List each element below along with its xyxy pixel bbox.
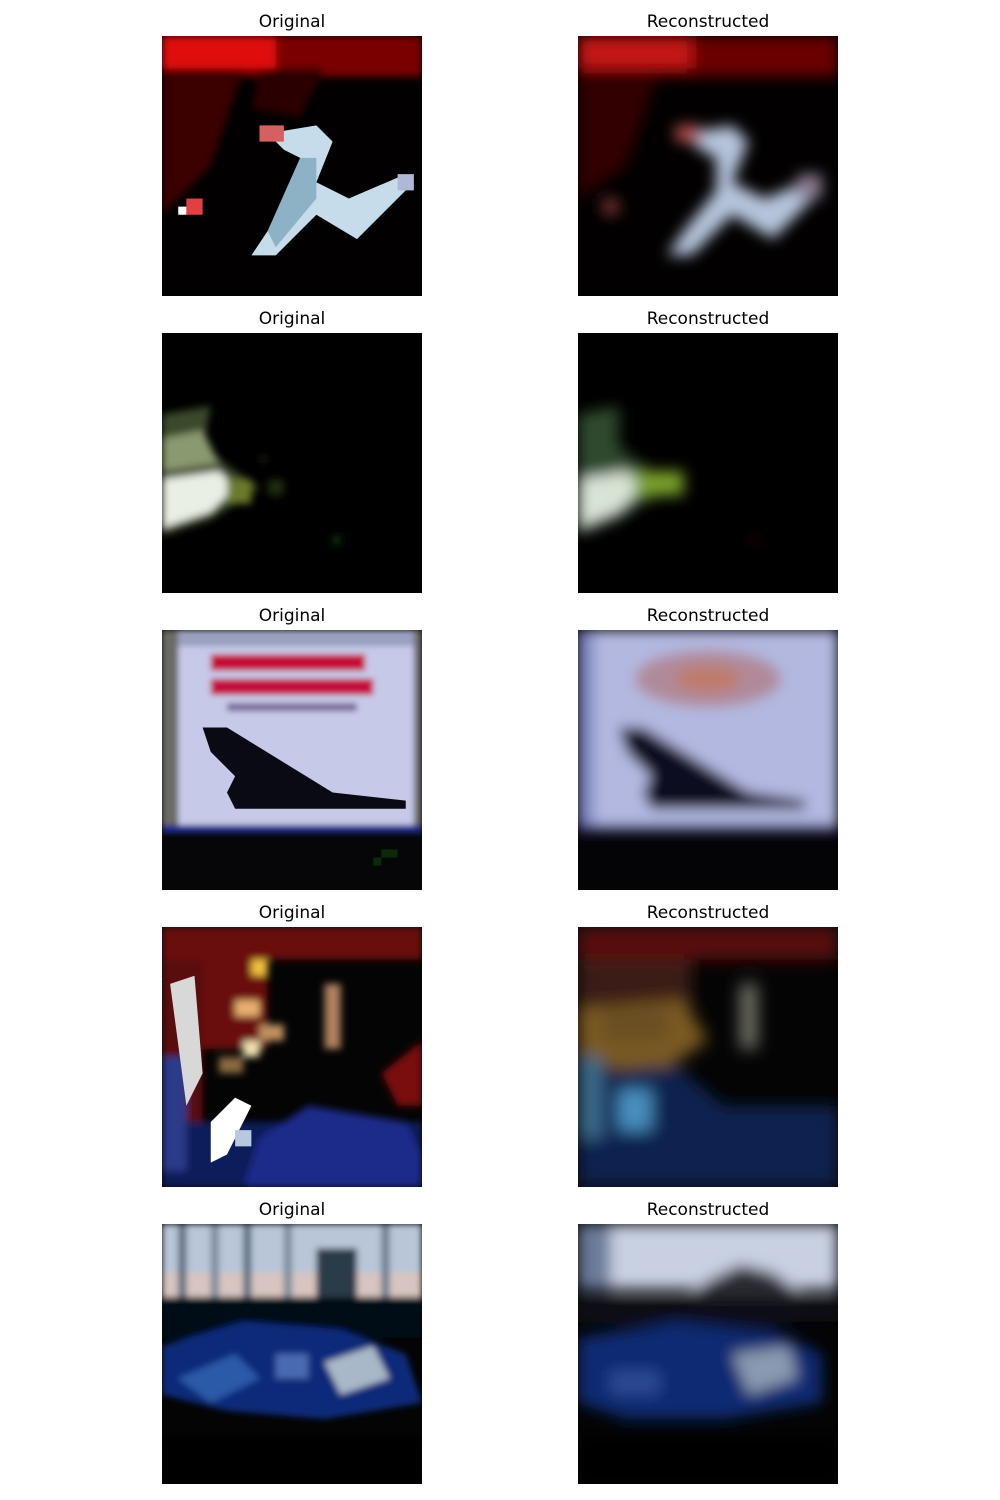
panel-title: Reconstructed bbox=[646, 903, 770, 923]
panel-title: Reconstructed bbox=[646, 309, 770, 329]
reconstructed-image-2 bbox=[578, 333, 838, 593]
reconstructed-image-4 bbox=[578, 927, 838, 1187]
original-image-5 bbox=[162, 1224, 422, 1484]
panel-title: Original bbox=[258, 1200, 326, 1220]
original-image-1 bbox=[162, 36, 422, 296]
reconstructed-image-5 bbox=[578, 1224, 838, 1484]
panel-title: Reconstructed bbox=[646, 606, 770, 626]
panel-title: Reconstructed bbox=[646, 1200, 770, 1220]
original-image-3 bbox=[162, 630, 422, 890]
reconstructed-image-3 bbox=[578, 630, 838, 890]
panel-title: Original bbox=[258, 12, 326, 32]
reconstructed-image-1 bbox=[578, 36, 838, 296]
panel-title: Original bbox=[258, 903, 326, 923]
panel-title: Reconstructed bbox=[646, 12, 770, 32]
original-image-4 bbox=[162, 927, 422, 1187]
panel-title: Original bbox=[258, 309, 326, 329]
original-image-2 bbox=[162, 333, 422, 593]
panel-title: Original bbox=[258, 606, 326, 626]
